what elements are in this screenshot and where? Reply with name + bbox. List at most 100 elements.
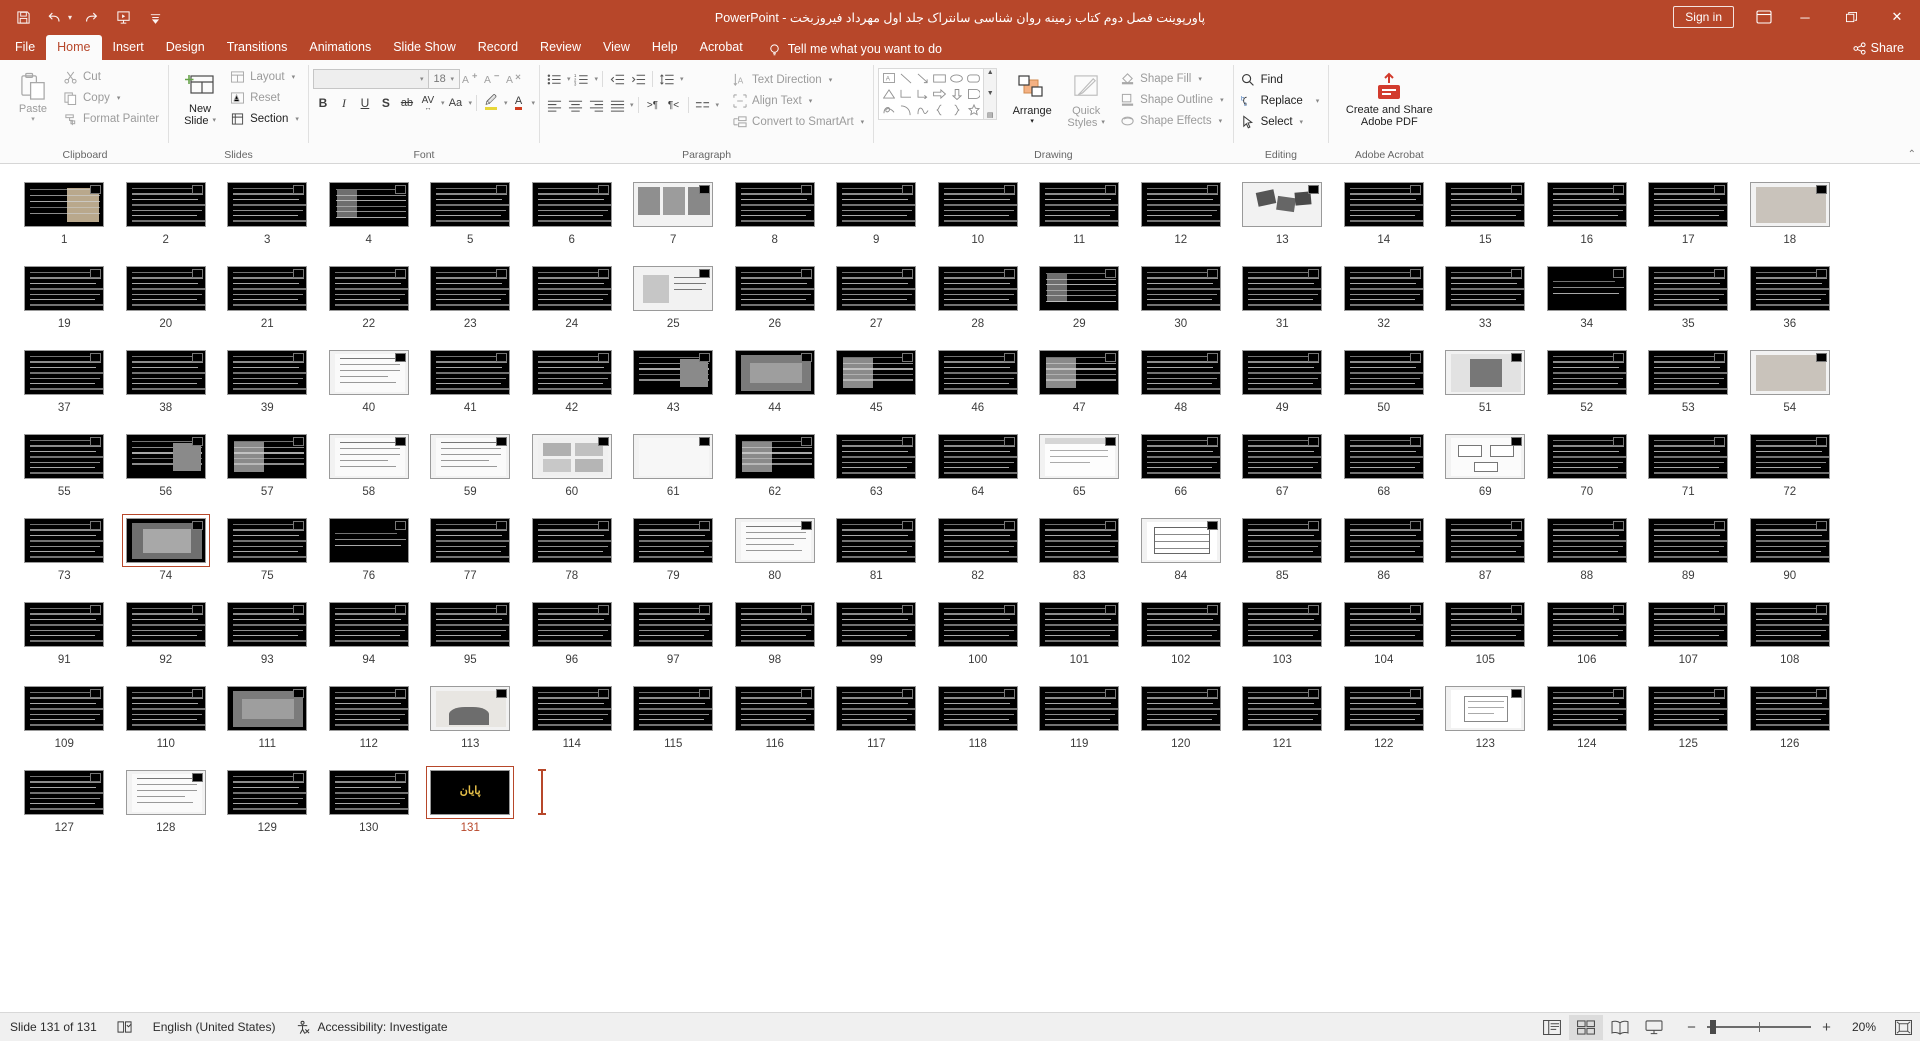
- slide-thumb-frame[interactable]: [20, 346, 108, 399]
- notes-icon[interactable]: [107, 1013, 143, 1041]
- slide-thumb-frame[interactable]: [325, 346, 413, 399]
- slide-thumb-frame[interactable]: [1238, 598, 1326, 651]
- gallery-more-icon[interactable]: ▤: [987, 111, 994, 119]
- font-size-dropdown-icon[interactable]: ▾: [450, 75, 454, 83]
- slide-thumb-frame[interactable]: [20, 766, 108, 819]
- slide-thumbnail-37[interactable]: 37: [14, 344, 115, 415]
- slide-thumbnail-69[interactable]: 69: [1435, 428, 1536, 499]
- slide-thumb-frame[interactable]: [426, 514, 514, 567]
- slide-thumb-frame[interactable]: [934, 178, 1022, 231]
- slide-thumb-frame[interactable]: [1543, 346, 1631, 399]
- slide-thumb-frame[interactable]: [1340, 178, 1428, 231]
- slide-thumb-frame[interactable]: [1035, 346, 1123, 399]
- slide-thumbnail-75[interactable]: 75: [217, 512, 318, 583]
- slide-thumbnail-117[interactable]: 117: [826, 680, 927, 751]
- slide-thumb-frame[interactable]: [1238, 514, 1326, 567]
- change-case-button[interactable]: Aa: [445, 93, 465, 113]
- slide-thumbnail-95[interactable]: 95: [420, 596, 521, 667]
- paste-dropdown-icon[interactable]: ▾: [31, 116, 35, 123]
- numbering-button[interactable]: 123: [572, 69, 592, 89]
- underline-button[interactable]: U: [355, 93, 375, 113]
- font-size-input[interactable]: 18: [428, 69, 461, 89]
- slide-thumb-frame[interactable]: [629, 598, 717, 651]
- slide-thumbnail-12[interactable]: 12: [1131, 176, 1232, 247]
- quick-styles-button[interactable]: Quick Styles ▾: [1059, 68, 1113, 132]
- slide-show-button[interactable]: [1637, 1015, 1671, 1040]
- slide-thumb-frame[interactable]: [20, 262, 108, 315]
- slide-thumb-frame[interactable]: [426, 178, 514, 231]
- tab-view[interactable]: View: [592, 35, 641, 60]
- shape-flowchart-icon[interactable]: [965, 86, 982, 102]
- slide-thumbnail-34[interactable]: 34: [1537, 260, 1638, 331]
- slide-thumbnail-3[interactable]: 3: [217, 176, 318, 247]
- slide-thumb-frame[interactable]: [1746, 514, 1834, 567]
- tab-record[interactable]: Record: [467, 35, 529, 60]
- slide-thumb-frame[interactable]: [325, 766, 413, 819]
- slide-thumbnail-76[interactable]: 76: [319, 512, 420, 583]
- slide-thumbnail-127[interactable]: 127: [14, 764, 115, 835]
- shape-line-icon[interactable]: [897, 70, 914, 86]
- restore-button[interactable]: [1828, 0, 1874, 34]
- tell-me-search[interactable]: Tell me what you want to do: [768, 42, 942, 60]
- slide-thumbnail-77[interactable]: 77: [420, 512, 521, 583]
- shape-arrow-icon[interactable]: [914, 70, 931, 86]
- slide-thumbnail-67[interactable]: 67: [1232, 428, 1333, 499]
- slide-thumb-frame[interactable]: [934, 682, 1022, 735]
- slide-thumbnail-74[interactable]: 74: [116, 512, 217, 583]
- slide-thumbnail-114[interactable]: 114: [522, 680, 623, 751]
- shape-outline-button[interactable]: Shape Outline ▾: [1117, 90, 1228, 110]
- clear-formatting-button[interactable]: A: [504, 69, 524, 89]
- slide-thumbnail-96[interactable]: 96: [522, 596, 623, 667]
- slide-thumbnail-41[interactable]: 41: [420, 344, 521, 415]
- slide-thumbnail-47[interactable]: 47: [1029, 344, 1130, 415]
- slide-thumb-frame[interactable]: [1543, 430, 1631, 483]
- slide-thumb-frame[interactable]: [1137, 262, 1225, 315]
- customize-qat-icon[interactable]: [140, 3, 170, 31]
- slide-thumb-frame[interactable]: [122, 766, 210, 819]
- gallery-scroll-up-icon[interactable]: ▲: [987, 69, 994, 76]
- slide-thumbnail-22[interactable]: 22: [319, 260, 420, 331]
- slide-thumbnail-126[interactable]: 126: [1740, 680, 1841, 751]
- slide-thumb-frame[interactable]: [20, 178, 108, 231]
- slide-thumb-frame[interactable]: [528, 262, 616, 315]
- zoom-level-label[interactable]: 20%: [1842, 1020, 1876, 1034]
- shape-oval-icon[interactable]: [948, 70, 965, 86]
- slide-thumbnail-65[interactable]: 65: [1029, 428, 1130, 499]
- slide-thumbnail-104[interactable]: 104: [1334, 596, 1435, 667]
- create-and-share-adobe-pdf-button[interactable]: Create and Share Adobe PDF: [1333, 67, 1445, 131]
- slide-thumb-frame[interactable]: [731, 430, 819, 483]
- slide-thumbnail-98[interactable]: 98: [725, 596, 826, 667]
- slide-thumb-frame[interactable]: [1340, 682, 1428, 735]
- slide-thumbnail-17[interactable]: 17: [1638, 176, 1739, 247]
- slide-thumbnail-66[interactable]: 66: [1131, 428, 1232, 499]
- slide-thumb-frame[interactable]: [1441, 346, 1529, 399]
- shape-down-arrow-icon[interactable]: [948, 86, 965, 102]
- slide-thumbnail-109[interactable]: 109: [14, 680, 115, 751]
- slide-thumbnail-112[interactable]: 112: [319, 680, 420, 751]
- slide-thumb-frame[interactable]: [1035, 598, 1123, 651]
- slide-thumb-frame[interactable]: [122, 598, 210, 651]
- slide-thumb-frame[interactable]: [121, 514, 210, 567]
- slide-thumb-frame[interactable]: [629, 430, 717, 483]
- slide-thumb-frame[interactable]: [832, 514, 920, 567]
- slide-thumb-frame[interactable]: [223, 262, 311, 315]
- slide-thumb-frame[interactable]: [731, 262, 819, 315]
- slide-thumb-frame[interactable]: [1035, 514, 1123, 567]
- tab-acrobat[interactable]: Acrobat: [689, 35, 754, 60]
- slide-thumb-frame[interactable]: [832, 262, 920, 315]
- shape-scribble-icon[interactable]: [880, 102, 897, 118]
- slide-thumbnail-16[interactable]: 16: [1537, 176, 1638, 247]
- text-direction-dropdown-icon[interactable]: ▾: [829, 76, 833, 84]
- slide-thumbnail-99[interactable]: 99: [826, 596, 927, 667]
- slide-thumbnail-93[interactable]: 93: [217, 596, 318, 667]
- shape-star-icon[interactable]: [965, 102, 982, 118]
- slide-thumbnail-23[interactable]: 23: [420, 260, 521, 331]
- select-button[interactable]: Select ▾: [1238, 112, 1325, 132]
- slide-thumbnail-51[interactable]: 51: [1435, 344, 1536, 415]
- start-presentation-icon[interactable]: [108, 3, 138, 31]
- replace-dropdown-icon[interactable]: ▾: [1316, 97, 1320, 105]
- shape-left-brace-icon[interactable]: [931, 102, 948, 118]
- italic-button[interactable]: I: [334, 93, 354, 113]
- decrease-indent-button[interactable]: [607, 69, 627, 89]
- slide-thumb-frame[interactable]: [426, 430, 514, 483]
